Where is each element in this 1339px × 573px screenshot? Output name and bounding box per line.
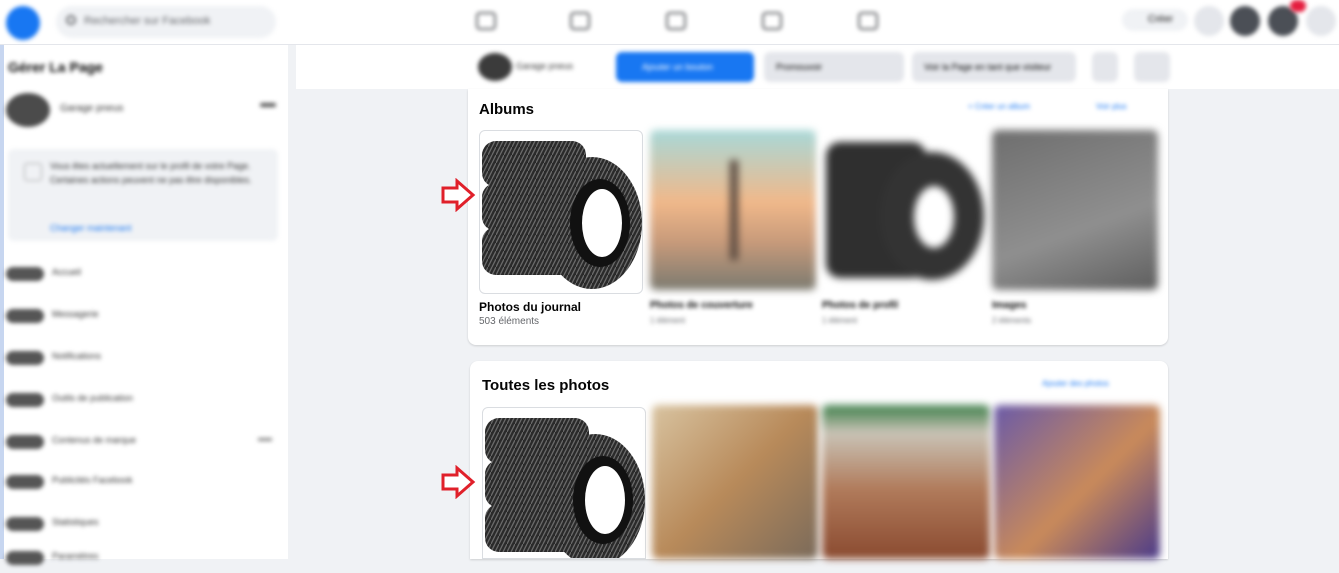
sidebar-item-label: Outils de publication [52, 393, 134, 403]
arrow-icon [441, 178, 476, 212]
account-icon[interactable] [1306, 6, 1336, 36]
album-count: 1 élément [822, 316, 858, 325]
groups-icon[interactable] [762, 12, 782, 30]
album-thumbnail-cover[interactable] [650, 130, 816, 290]
profile-info-box: Vous êtes actuellement sur le profil de … [8, 149, 278, 241]
add-photos-link[interactable]: Ajouter des photos [1042, 379, 1109, 388]
create-album-link[interactable]: + Créer un album [968, 102, 1030, 111]
ads-icon [6, 475, 44, 489]
sidebar-item-settings[interactable]: Paramètres [6, 545, 282, 573]
tires-image [485, 418, 645, 558]
album-count: 503 éléments [479, 316, 540, 327]
album-title[interactable]: Photos de couverture [650, 300, 753, 311]
notification-badge [1290, 0, 1306, 12]
albums-title: Albums [479, 101, 535, 118]
sidebar-item-publishing-tools[interactable]: Outils de publication [6, 387, 282, 415]
inbox-icon [6, 309, 44, 323]
album-title[interactable]: Photos de profil [822, 300, 898, 311]
sidebar-item-label: Publicités Facebook [52, 475, 133, 485]
album-count: 1 élément [650, 316, 686, 325]
album-count: 2 éléments [992, 316, 1032, 325]
page-action-bar: Garage pneus Ajouter un bouton Promouvoi… [296, 45, 1339, 89]
arrow-icon [441, 465, 476, 499]
menu-icon[interactable] [1194, 6, 1224, 36]
page-name[interactable]: Garage pneus [516, 61, 573, 71]
insights-icon [6, 517, 44, 531]
add-button-label: Ajouter un bouton [642, 62, 714, 72]
promote-label: Promouvoir [776, 62, 823, 72]
facebook-logo-icon[interactable] [6, 6, 40, 40]
sidebar-item-insights[interactable]: Statistiques [6, 511, 282, 539]
tools-icon [6, 393, 44, 407]
search-input[interactable]: Rechercher sur Facebook [56, 6, 276, 38]
search-icon [66, 15, 76, 25]
sidebar-item-label: Contenus de marque [52, 435, 137, 445]
sidebar-item-inbox[interactable]: Messagerie [6, 303, 282, 331]
home-icon[interactable] [476, 12, 496, 30]
photo-staircase[interactable] [652, 405, 818, 559]
photo-basin[interactable] [822, 405, 990, 559]
sidebar-item-label: Accueil [52, 267, 82, 277]
view-as-visitor-label: Voir la Page en tant que visiteur [924, 62, 1052, 72]
home-icon [6, 267, 44, 281]
page-avatar[interactable] [478, 53, 512, 81]
photo-tires[interactable] [482, 407, 646, 559]
top-navigation-bar: Rechercher sur Facebook Créer [0, 0, 1339, 45]
search-placeholder: Rechercher sur Facebook [84, 15, 211, 27]
album-title[interactable]: Photos du journal [479, 300, 581, 314]
watch-icon[interactable] [570, 12, 590, 30]
all-photos-title: Toutes les photos [482, 377, 610, 394]
page-name: Garage pneus [60, 103, 124, 114]
photo-city-lights[interactable] [994, 405, 1160, 559]
branded-content-icon [6, 435, 44, 449]
albums-section: Albums + Créer un album Voir plus Photos… [468, 89, 1168, 345]
create-label: Créer [1148, 14, 1174, 25]
sidebar-item-branded-content[interactable]: Contenus de marque [6, 429, 282, 457]
album-thumbnail-images[interactable] [992, 130, 1158, 290]
more-options-button[interactable] [1134, 52, 1170, 82]
sidebar-item-label: Notifications [52, 351, 102, 361]
album-thumbnail-profile[interactable] [822, 130, 988, 290]
sidebar-title: Gérer La Page [8, 59, 103, 75]
album-thumbnail-timeline[interactable] [479, 130, 643, 294]
more-options-icon[interactable] [260, 103, 276, 107]
sidebar-accent [0, 45, 4, 559]
info-text: Vous êtes actuellement sur le profil de … [50, 161, 252, 185]
view-as-visitor-button[interactable]: Voir la Page en tant que visiteur [912, 52, 1076, 82]
sidebar-item-notifications[interactable]: Notifications [6, 345, 282, 373]
page-switcher[interactable]: Garage pneus [6, 93, 276, 129]
info-icon [24, 163, 42, 181]
see-more-albums-link[interactable]: Voir plus [1096, 102, 1127, 111]
all-photos-section: Toutes les photos Ajouter des photos [470, 361, 1168, 559]
page-avatar [6, 93, 50, 127]
marketplace-icon[interactable] [666, 12, 686, 30]
sidebar-item-ads[interactable]: Publicités Facebook [6, 469, 282, 497]
promote-button[interactable]: Promouvoir [764, 52, 904, 82]
album-title[interactable]: Images [992, 300, 1026, 311]
sidebar-item-label: Paramètres [52, 551, 99, 561]
gaming-icon[interactable] [858, 12, 878, 30]
expand-icon [258, 438, 272, 441]
info-link[interactable]: Changer maintenant [50, 223, 132, 233]
sidebar-item-home[interactable]: Accueil [6, 261, 282, 289]
settings-icon [6, 551, 44, 565]
bell-icon [6, 351, 44, 365]
search-page-button[interactable] [1092, 52, 1118, 82]
page-management-sidebar: Gérer La Page Garage pneus Vous êtes act… [0, 45, 288, 565]
add-button-button[interactable]: Ajouter un bouton [616, 52, 754, 82]
tires-image [482, 141, 642, 289]
sidebar-item-label: Statistiques [52, 517, 99, 527]
sidebar-item-label: Messagerie [52, 309, 99, 319]
create-button[interactable]: Créer [1122, 9, 1188, 31]
messenger-icon[interactable] [1230, 6, 1260, 36]
